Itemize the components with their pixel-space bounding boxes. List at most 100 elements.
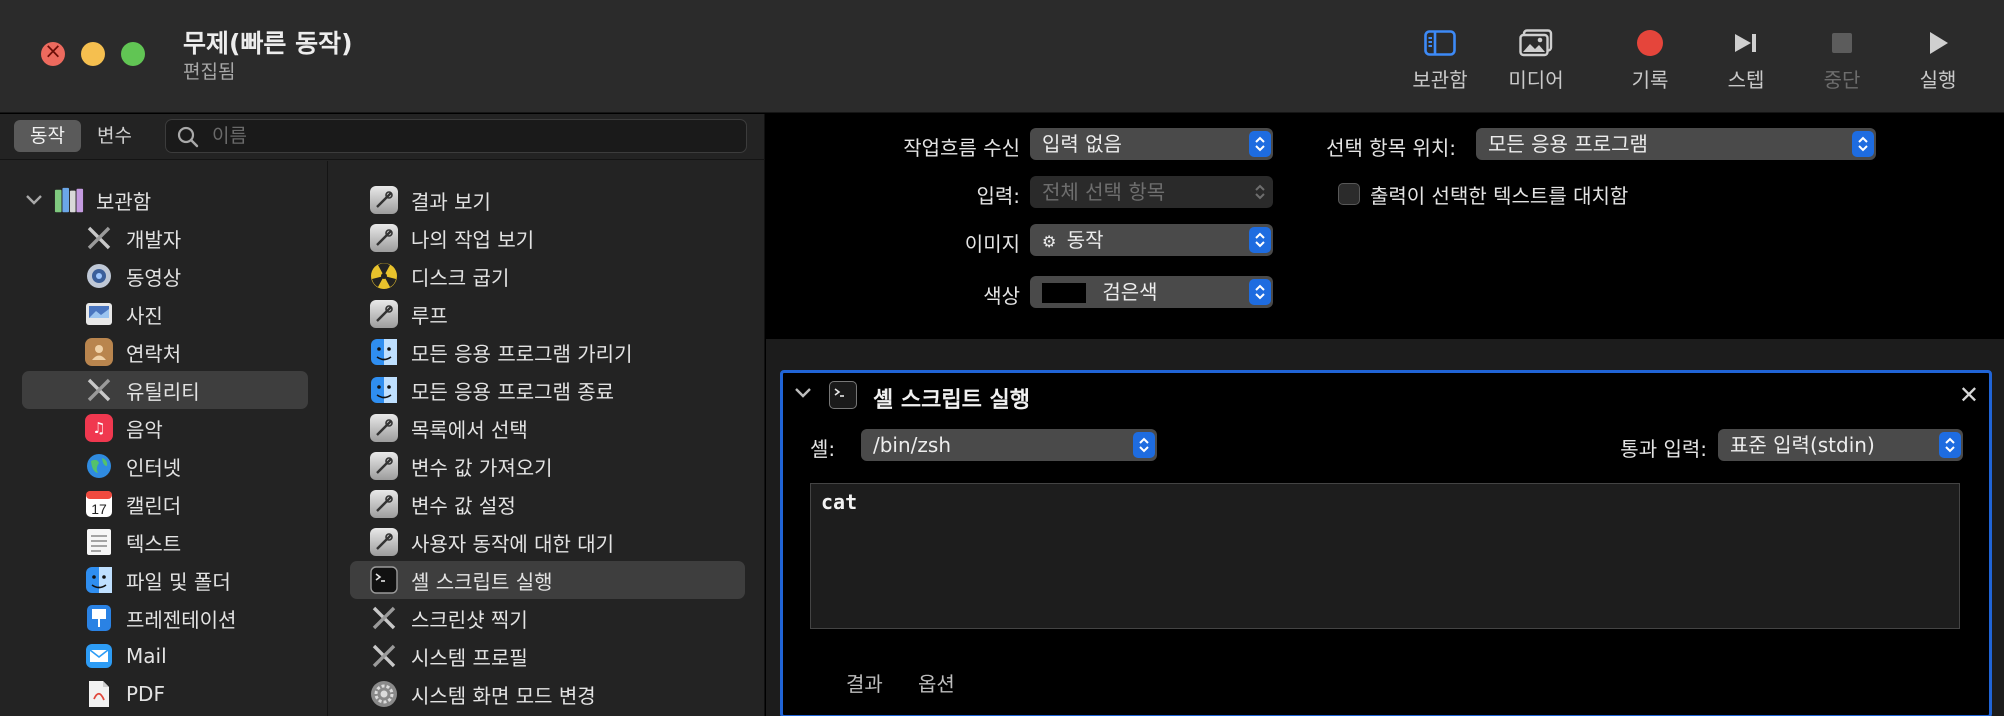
shell-popup[interactable]: /bin/zsh: [861, 429, 1157, 461]
image-label: 이미지: [964, 232, 1020, 256]
location-label: 선택 항목 위치:: [1326, 136, 1456, 160]
tab-options[interactable]: 옵션: [918, 668, 955, 697]
category-item-contacts[interactable]: 연락처: [84, 333, 181, 371]
category-item-pdf[interactable]: PDF: [84, 675, 165, 713]
category-list: 보관함 개발자 동영상 사진 연락처 유틸리티 ♫ 음악 인터넷 17 캘린더 …: [0, 161, 328, 716]
category-item-files-folders[interactable]: 파일 및 폴더: [84, 561, 231, 599]
record-icon: [1600, 22, 1700, 64]
mail-icon: [84, 641, 114, 671]
action-label: 셸 스크립트 실행: [411, 569, 553, 594]
stop-toolbar-button[interactable]: 중단: [1792, 22, 1892, 102]
action-item[interactable]: 루프: [369, 295, 448, 333]
action-item[interactable]: 스크린샷 찍기: [369, 599, 528, 637]
image-popup[interactable]: ⚙ 동작: [1030, 224, 1273, 256]
script-editor[interactable]: cat: [810, 483, 1960, 629]
action-item[interactable]: 나의 작업 보기: [369, 219, 534, 257]
action-header: 셸 스크립트 실행 ✕: [783, 373, 1989, 419]
search-input[interactable]: [212, 120, 732, 152]
library-root-label: 보관함: [96, 189, 152, 214]
automator-action-icon: [369, 451, 399, 481]
system-prefs-icon: [369, 679, 399, 709]
action-label: 루프: [411, 303, 448, 328]
close-icon[interactable]: ✕: [1959, 381, 1979, 409]
action-label: 디스크 굽기: [411, 265, 510, 290]
action-item[interactable]: 시스템 화면 모드 변경: [369, 675, 596, 713]
category-label: 개발자: [126, 227, 182, 252]
action-item[interactable]: 사용자 동작에 대한 대기: [369, 523, 614, 561]
tab-variables[interactable]: 변수: [81, 120, 148, 152]
media-toolbar-label: 미디어: [1508, 68, 1564, 92]
chevron-down-icon: [24, 188, 48, 212]
chevron-up-down-icon: [1249, 131, 1271, 157]
location-popup[interactable]: 모든 응용 프로그램: [1476, 128, 1876, 160]
action-item[interactable]: 모든 응용 프로그램 가리기: [369, 333, 632, 371]
category-item-calendar[interactable]: 17 캘린더: [84, 485, 181, 523]
search-icon: [176, 125, 200, 153]
media-toolbar-button[interactable]: 미디어: [1486, 22, 1586, 102]
category-label: 동영상: [126, 265, 182, 290]
category-item-developer[interactable]: 개발자: [84, 219, 181, 257]
library-segmented-control: 동작 변수: [14, 120, 148, 152]
pass-input-popup[interactable]: 표준 입력(stdin): [1718, 429, 1963, 461]
finder-icon: [369, 337, 399, 367]
color-popup[interactable]: 검은색: [1030, 276, 1273, 308]
tools-icon: [369, 641, 399, 671]
category-label: 사진: [126, 303, 163, 328]
category-item-text[interactable]: 텍스트: [84, 523, 181, 561]
action-label: 결과 보기: [411, 189, 491, 214]
workflow-panel: 작업흐름 수신 입력 없음 선택 항목 위치: 모든 응용 프로그램 입력: 전…: [766, 114, 2004, 716]
automator-action-icon: [369, 299, 399, 329]
chevron-down-icon[interactable]: [793, 385, 813, 404]
action-item[interactable]: 변수 값 설정: [369, 485, 516, 523]
tools-icon: [369, 603, 399, 633]
step-toolbar-button[interactable]: 스텝: [1696, 22, 1796, 102]
action-item-run-shell-script[interactable]: 셸 스크립트 실행: [350, 561, 745, 599]
chevron-up-down-icon: [1939, 432, 1961, 458]
action-item[interactable]: 시스템 프로필: [369, 637, 528, 675]
category-item-movies[interactable]: 동영상: [84, 257, 181, 295]
action-item[interactable]: 결과 보기: [369, 181, 491, 219]
action-label: 모든 응용 프로그램 종료: [411, 379, 615, 404]
color-swatch: [1042, 283, 1086, 303]
search-field[interactable]: [165, 119, 747, 153]
stop-icon: [1792, 22, 1892, 64]
replace-text-checkbox[interactable]: [1338, 183, 1360, 205]
run-toolbar-button[interactable]: 실행: [1888, 22, 1988, 102]
automator-action-icon: [369, 413, 399, 443]
category-label: 캘린더: [126, 493, 182, 518]
category-item-photos[interactable]: 사진: [84, 295, 163, 333]
action-item[interactable]: 목록에서 선택: [369, 409, 528, 447]
category-item-mail[interactable]: Mail: [84, 637, 167, 675]
terminal-icon: [369, 565, 399, 595]
music-icon: ♫: [84, 413, 114, 443]
record-toolbar-button[interactable]: 기록: [1600, 22, 1700, 102]
category-item-utilities[interactable]: 유틸리티: [22, 371, 308, 409]
library-toolbar-button[interactable]: 보관함: [1390, 22, 1490, 102]
workflow-settings: 작업흐름 수신 입력 없음 선택 항목 위치: 모든 응용 프로그램 입력: 전…: [766, 114, 2004, 339]
minimize-window-button[interactable]: [81, 42, 105, 66]
action-item[interactable]: 변수 값 가져오기: [369, 447, 553, 485]
zoom-window-button[interactable]: [121, 42, 145, 66]
library-toolbar-label: 보관함: [1412, 68, 1468, 92]
input-popup[interactable]: 전체 선택 항목: [1030, 176, 1273, 208]
chevron-up-down-icon: [1852, 131, 1874, 157]
action-label: 나의 작업 보기: [411, 227, 535, 252]
tab-actions[interactable]: 동작: [14, 120, 81, 152]
tab-results[interactable]: 결과: [846, 668, 883, 697]
category-item-presentation[interactable]: 프레젠테이션: [84, 599, 236, 637]
action-item[interactable]: 디스크 굽기: [369, 257, 509, 295]
run-toolbar-label: 실행: [1919, 68, 1957, 92]
photo-icon: [1486, 22, 1586, 64]
library-root-item[interactable]: 보관함: [24, 181, 151, 219]
action-item[interactable]: 모든 응용 프로그램 종료: [369, 371, 614, 409]
category-label: 프레젠테이션: [126, 607, 237, 632]
receives-popup[interactable]: 입력 없음: [1030, 128, 1273, 160]
category-item-internet[interactable]: 인터넷: [84, 447, 181, 485]
category-item-music[interactable]: ♫ 음악: [84, 409, 163, 447]
photos-icon: [84, 299, 114, 329]
close-window-button[interactable]: [41, 39, 65, 66]
library-toolbar: 동작 변수: [0, 114, 765, 160]
calendar-icon: 17: [84, 489, 114, 519]
pass-input-value: 표준 입력(stdin): [1730, 433, 1875, 457]
finder-icon: [369, 375, 399, 405]
